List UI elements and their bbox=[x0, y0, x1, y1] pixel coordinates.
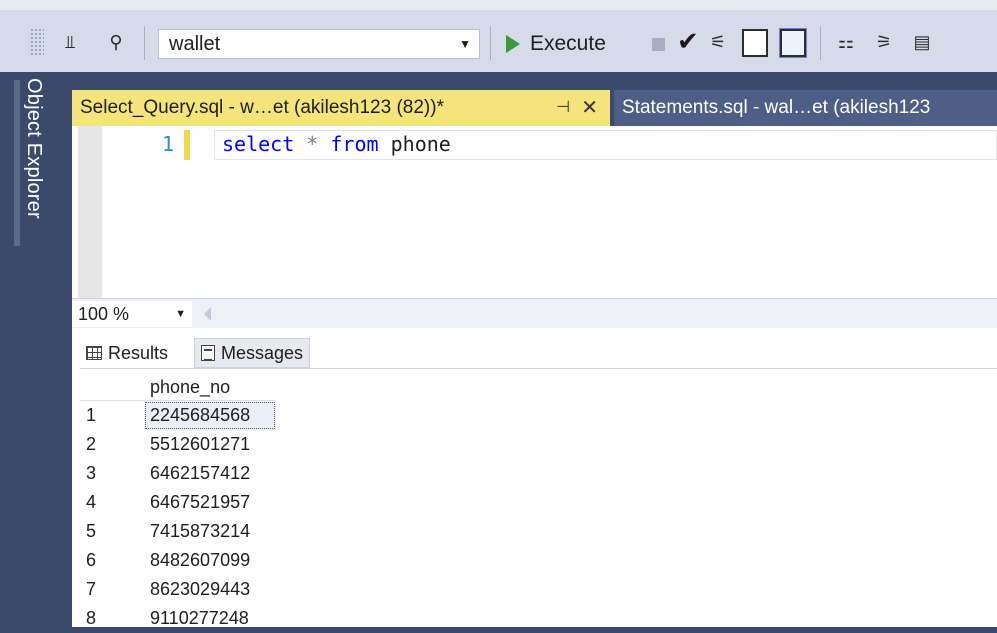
close-icon[interactable]: ✕ bbox=[581, 90, 598, 126]
zoom-dropdown[interactable]: 100 % ▼ bbox=[72, 301, 192, 327]
tab-results[interactable]: Results bbox=[80, 338, 175, 368]
zoom-value: 100 % bbox=[78, 304, 130, 324]
results-tab-strip: Results Messages bbox=[72, 328, 997, 368]
results-grid-icon[interactable] bbox=[779, 28, 807, 58]
query-toolbar: ⫫ ⚲ wallet ▼ Execute ✔ ⚟ ⚏ ⚞ ▤ bbox=[0, 10, 997, 72]
messages-icon bbox=[201, 345, 215, 361]
cell-phone-no[interactable]: 7415873214 bbox=[144, 517, 276, 546]
chevron-down-icon: ▼ bbox=[175, 308, 186, 320]
results-pane: Results Messages phone_no 1 2245684568 2 bbox=[72, 328, 997, 628]
row-number[interactable]: 4 bbox=[80, 488, 144, 517]
table-row[interactable]: 3 6462157412 bbox=[80, 459, 276, 488]
tab-label: Select_Query.sql - w…et (akilesh123 (82)… bbox=[80, 97, 444, 118]
table-row[interactable]: 2 5512601271 bbox=[80, 430, 276, 459]
object-explorer-label[interactable]: Object Explorer bbox=[22, 78, 45, 219]
scroll-left-icon[interactable] bbox=[204, 307, 211, 321]
table-row[interactable]: 5 7415873214 bbox=[80, 517, 276, 546]
tab-label: Statements.sql - wal…et (akilesh123 bbox=[622, 97, 931, 118]
cell-phone-no[interactable]: 8482607099 bbox=[144, 546, 276, 575]
cell-phone-no[interactable]: 2245684568 bbox=[144, 400, 276, 430]
code-line[interactable]: select * from phone bbox=[222, 132, 451, 156]
pin-icon[interactable]: ⊣ bbox=[556, 90, 570, 126]
connect-icon[interactable]: ⫫ bbox=[58, 30, 82, 54]
object-explorer-tab-indicator bbox=[14, 80, 20, 246]
stop-icon[interactable] bbox=[652, 38, 665, 51]
execute-label: Execute bbox=[530, 32, 606, 55]
row-number[interactable]: 8 bbox=[80, 604, 144, 633]
results-grid[interactable]: phone_no 1 2245684568 2 5512601271 3 646… bbox=[80, 374, 276, 633]
keyword-select: select bbox=[222, 132, 295, 156]
column-header-phone-no[interactable]: phone_no bbox=[144, 374, 276, 401]
parse-check-icon[interactable]: ✔ bbox=[677, 26, 699, 57]
filter-icon[interactable]: ⚲ bbox=[104, 30, 128, 54]
execute-icon bbox=[506, 35, 520, 53]
cell-phone-no[interactable]: 5512601271 bbox=[144, 430, 276, 459]
row-number[interactable]: 5 bbox=[80, 517, 144, 546]
row-number[interactable]: 7 bbox=[80, 575, 144, 604]
table-row[interactable]: 8 9110277248 bbox=[80, 604, 276, 633]
tab-messages[interactable]: Messages bbox=[194, 338, 311, 368]
cell-phone-no[interactable]: 6462157412 bbox=[144, 459, 276, 488]
tab-select-query[interactable]: Select_Query.sql - w…et (akilesh123 (82)… bbox=[72, 90, 610, 126]
table-row[interactable]: 7 8623029443 bbox=[80, 575, 276, 604]
table-row[interactable]: 1 2245684568 bbox=[80, 400, 276, 431]
line-number: 1 bbox=[162, 132, 175, 156]
plan-icon[interactable]: ⚟ bbox=[706, 30, 730, 54]
execute-button[interactable]: Execute bbox=[506, 29, 606, 59]
database-dropdown-value: wallet bbox=[169, 33, 221, 55]
database-dropdown[interactable]: wallet ▼ bbox=[158, 29, 480, 59]
cell-phone-no[interactable]: 9110277248 bbox=[144, 604, 276, 633]
tab-statements[interactable]: Statements.sql - wal…et (akilesh123 bbox=[614, 90, 997, 126]
table-row[interactable]: 6 8482607099 bbox=[80, 546, 276, 575]
row-number[interactable]: 6 bbox=[80, 546, 144, 575]
row-number[interactable]: 3 bbox=[80, 459, 144, 488]
grip-icon[interactable] bbox=[30, 28, 44, 56]
compare-icon[interactable]: ⚏ bbox=[834, 30, 858, 54]
chevron-down-icon: ▼ bbox=[459, 37, 471, 51]
row-number-header[interactable] bbox=[80, 374, 144, 401]
zoom-bar: 100 % ▼ bbox=[72, 298, 997, 328]
left-edge bbox=[0, 72, 10, 627]
client-stats-icon[interactable]: ⚞ bbox=[872, 30, 896, 54]
toolbar-separator bbox=[820, 26, 821, 60]
operator-star: * bbox=[306, 132, 319, 156]
cell-phone-no[interactable]: 8623029443 bbox=[144, 575, 276, 604]
toolbar-separator bbox=[144, 26, 145, 60]
cell-phone-no[interactable]: 6467521957 bbox=[144, 488, 276, 517]
results-text-icon[interactable] bbox=[742, 29, 768, 57]
title-strip bbox=[0, 0, 997, 10]
change-indicator bbox=[184, 130, 190, 160]
row-number[interactable]: 2 bbox=[80, 430, 144, 459]
row-number[interactable]: 1 bbox=[80, 401, 144, 431]
tab-results-label: Results bbox=[108, 342, 169, 363]
tab-divider bbox=[80, 368, 997, 369]
keyword-from: from bbox=[330, 132, 379, 156]
table-row[interactable]: 4 6467521957 bbox=[80, 488, 276, 517]
query-options-icon[interactable]: ▤ bbox=[910, 30, 934, 54]
identifier-table: phone bbox=[390, 132, 451, 156]
toolbar-separator bbox=[490, 26, 491, 60]
editor-margin bbox=[78, 126, 102, 298]
grid-icon bbox=[86, 346, 102, 360]
query-editor[interactable]: 1 select * from phone bbox=[72, 126, 997, 298]
tab-messages-label: Messages bbox=[221, 342, 304, 363]
